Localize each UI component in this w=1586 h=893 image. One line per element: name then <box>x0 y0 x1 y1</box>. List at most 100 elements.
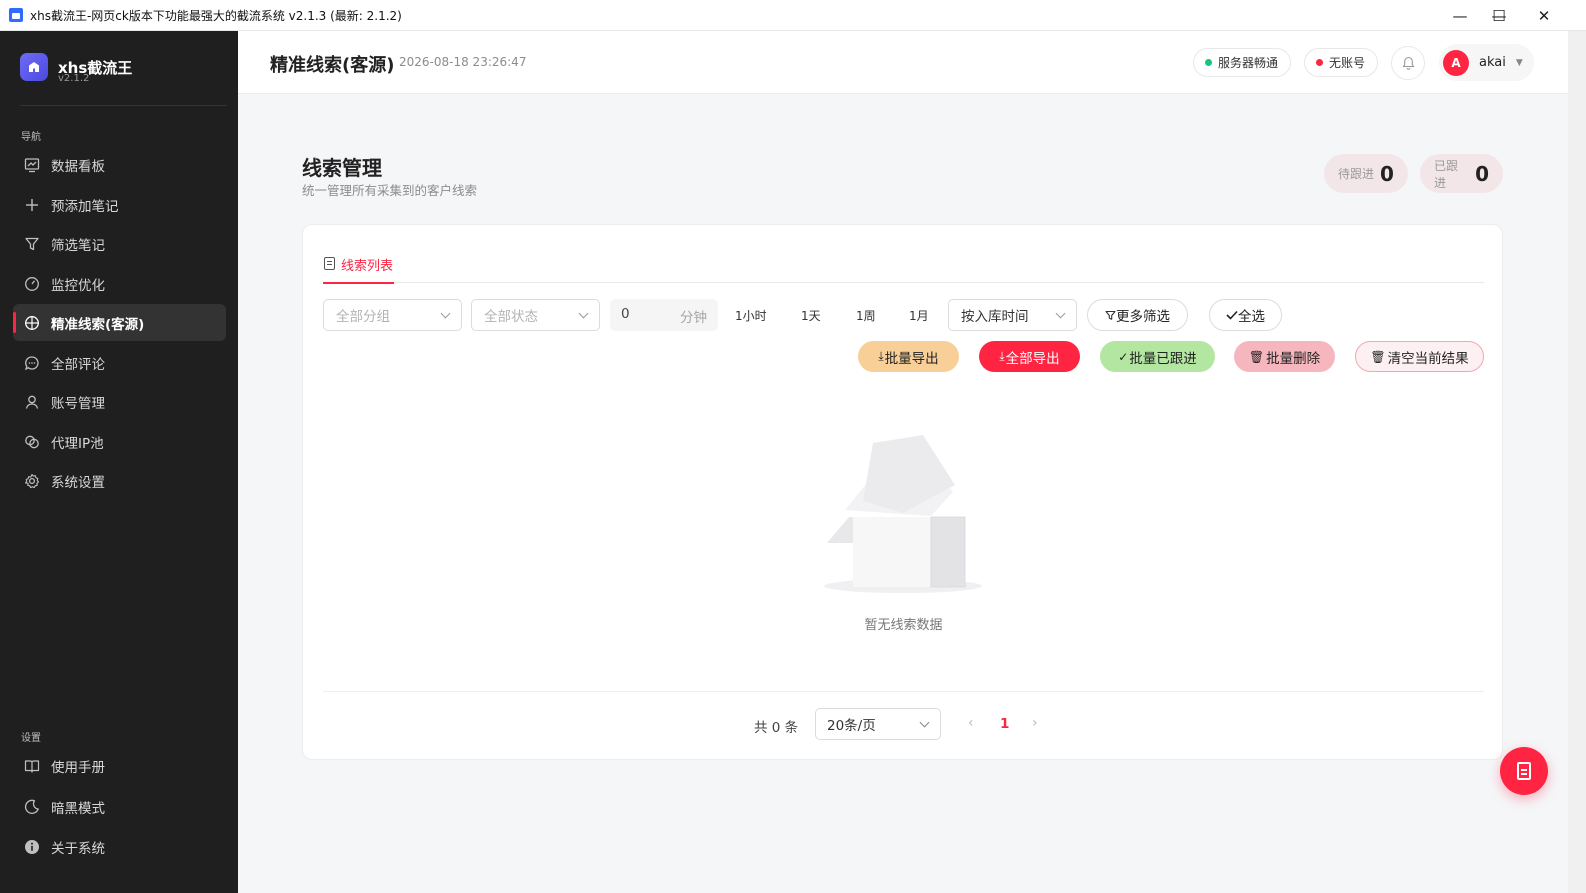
prev-page-button[interactable]: ‹ <box>968 715 974 731</box>
page-header: 精准线索(客源) 2026-08-18 23:26:47 服务器畅通 无账号 A… <box>238 31 1568 94</box>
sidebar-item-label: 暗黑模式 <box>51 800 105 817</box>
caret-down-icon: ▼ <box>1515 57 1523 68</box>
trash-icon: 🗑 <box>1248 349 1265 364</box>
quick-1-hour[interactable]: 1小时 <box>735 307 767 324</box>
sidebar-item-accounts[interactable]: 账号管理 <box>13 383 226 420</box>
batch-delete-button[interactable]: 🗑 批量删除 <box>1234 341 1335 372</box>
sidebar-item-comments[interactable]: 全部评论 <box>13 344 226 381</box>
sidebar-item-manual[interactable]: 使用手册 <box>13 747 226 784</box>
maximize-button[interactable]: ☐ <box>1476 0 1522 31</box>
divider <box>20 105 227 106</box>
page-size-select[interactable]: 20条/页 <box>815 708 941 740</box>
info-icon <box>23 838 41 856</box>
chevron-down-icon <box>578 308 589 319</box>
sidebar-item-label: 关于系统 <box>51 840 105 857</box>
sidebar-item-monitor[interactable]: 监控优化 <box>13 265 226 302</box>
sidebar-item-label: 使用手册 <box>51 759 105 776</box>
brand: xhs截流王 v2.1.2 <box>20 53 132 84</box>
sidebar-item-about[interactable]: 关于系统 <box>13 828 226 865</box>
brand-version: v2.1.2 <box>58 73 90 84</box>
app-icon <box>9 8 23 22</box>
empty-state-text: 暂无线索数据 <box>864 618 943 633</box>
sidebar-item-dark-mode[interactable]: 暗黑模式 <box>13 788 226 825</box>
minutes-value: 0 <box>621 306 630 322</box>
download-icon: ⤓ <box>999 349 1005 363</box>
stat-value: 0 <box>1475 161 1489 186</box>
sidebar-item-label: 数据看板 <box>51 158 105 175</box>
status-dot-icon <box>1316 59 1323 66</box>
select-all-button[interactable]: 全选 <box>1209 299 1282 331</box>
leads-card: 线索列表 全部分组 全部状态 0 分钟 1小时 1天 1周 1月 按入库时间 更… <box>302 224 1503 760</box>
server-status-badge[interactable]: 服务器畅通 <box>1193 48 1292 77</box>
chevron-down-icon <box>1055 308 1066 319</box>
sidebar-item-label: 筛选笔记 <box>51 237 105 254</box>
clear-results-button[interactable]: 🗑 清空当前结果 <box>1355 341 1484 372</box>
close-button[interactable]: ✕ <box>1521 0 1567 31</box>
current-time: 2026-08-18 23:26:47 <box>399 55 527 69</box>
status-select[interactable]: 全部状态 <box>471 299 600 331</box>
batch-followed-label: 批量已跟进 <box>1129 350 1197 367</box>
tab-bar: 线索列表 <box>323 255 1484 284</box>
more-filters-button[interactable]: 更多筛选 <box>1087 299 1188 331</box>
page-size-value: 20条/页 <box>827 718 876 734</box>
link-icon <box>23 433 41 451</box>
trash-icon: 🗑 <box>1370 349 1386 364</box>
window-title: xhs截流王-网页ck版本下功能最强大的截流系统 v2.1.3 (最新: 2.1… <box>30 8 402 23</box>
scrollbar[interactable] <box>1568 31 1586 893</box>
divider <box>323 691 1484 692</box>
check-icon: ✓ <box>1118 349 1129 364</box>
bell-icon <box>1402 56 1414 70</box>
batch-delete-label: 批量删除 <box>1266 350 1321 367</box>
window-titlebar: xhs截流王-网页ck版本下功能最强大的截流系统 v2.1.3 (最新: 2.1… <box>0 0 1586 31</box>
chevron-down-icon <box>440 308 451 319</box>
quick-1-month[interactable]: 1月 <box>909 307 929 324</box>
user-menu[interactable]: A akai ▼ <box>1439 44 1534 81</box>
book-icon <box>23 757 41 775</box>
plus-icon <box>23 196 41 214</box>
page-title: 精准线索(客源) <box>270 55 395 76</box>
avatar: A <box>1443 49 1469 76</box>
quick-1-day[interactable]: 1天 <box>801 307 821 324</box>
sidebar-item-label: 全部评论 <box>51 356 105 373</box>
check-icon <box>1226 310 1238 320</box>
stat-pending: 待跟进 0 <box>1324 154 1408 193</box>
sidebar-item-settings[interactable]: 系统设置 <box>13 462 226 499</box>
group-select[interactable]: 全部分组 <box>323 299 462 331</box>
sort-select[interactable]: 按入库时间 <box>948 299 1077 331</box>
group-select-placeholder: 全部分组 <box>336 309 390 325</box>
minutes-input[interactable]: 0 分钟 <box>610 299 718 331</box>
batch-export-button[interactable]: ⤓ 批量导出 <box>858 341 959 372</box>
sidebar-item-proxy-pool[interactable]: 代理IP池 <box>13 423 226 460</box>
total-count: 共 0 条 <box>754 720 799 736</box>
status-dot-icon <box>1205 59 1212 66</box>
document-icon <box>1517 762 1531 780</box>
page-number-current[interactable]: 1 <box>1000 716 1009 732</box>
filter-icon <box>1105 310 1116 320</box>
account-status-badge[interactable]: 无账号 <box>1304 48 1379 77</box>
sidebar-item-pre-add-notes[interactable]: 预添加笔记 <box>13 186 226 223</box>
quick-1-week[interactable]: 1周 <box>856 307 876 324</box>
sort-select-value: 按入库时间 <box>961 309 1029 325</box>
filter-icon <box>23 235 41 253</box>
stat-label: 待跟进 <box>1338 167 1375 181</box>
sidebar: xhs截流王 v2.1.2 导航 数据看板 预添加笔记 筛选笔记 监控优化 精准… <box>0 31 238 893</box>
floating-doc-button[interactable] <box>1500 747 1548 795</box>
stat-followed: 已跟进 0 <box>1420 154 1503 193</box>
settings-section-title: 设置 <box>21 733 41 744</box>
sidebar-item-label: 精准线索(客源) <box>51 316 145 333</box>
target-icon <box>23 314 41 332</box>
tab-leads-list[interactable]: 线索列表 <box>323 255 395 284</box>
next-page-button[interactable]: › <box>1032 715 1038 731</box>
sidebar-item-dashboard[interactable]: 数据看板 <box>13 146 226 183</box>
empty-box-illustration <box>824 435 982 593</box>
sidebar-item-filter-notes[interactable]: 筛选笔记 <box>13 225 226 262</box>
stat-value: 0 <box>1380 161 1394 186</box>
sidebar-item-leads[interactable]: 精准线索(客源) <box>13 304 226 341</box>
notification-button[interactable] <box>1391 46 1425 80</box>
export-all-button[interactable]: ⤓ 全部导出 <box>979 341 1080 372</box>
batch-followed-button[interactable]: ✓ 批量已跟进 <box>1100 341 1215 372</box>
sidebar-item-label: 系统设置 <box>51 474 105 491</box>
clipboard-icon <box>324 257 335 270</box>
account-status-text: 无账号 <box>1329 56 1366 70</box>
gauge-icon <box>23 275 41 293</box>
